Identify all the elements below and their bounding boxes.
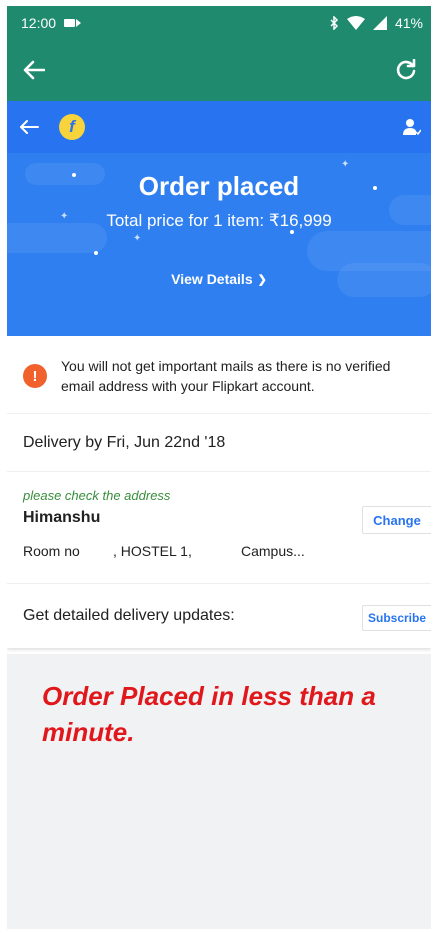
email-warning-text: You will not get important mails as ther…: [61, 358, 391, 394]
subscribe-button[interactable]: Subscribe: [362, 605, 431, 631]
header-left: f: [19, 114, 85, 140]
decor-star: ✦: [133, 233, 142, 244]
status-time: 12:00: [21, 14, 57, 31]
info-icon: !: [23, 364, 47, 388]
order-placed-title: Order placed: [138, 171, 300, 201]
chevron-right-icon: ❯: [257, 273, 267, 286]
header-back-arrow-icon[interactable]: [19, 119, 39, 135]
address-name: Himanshu: [23, 509, 101, 526]
signal-icon: [372, 15, 387, 30]
change-address-button[interactable]: Change: [362, 506, 431, 534]
flipkart-header: f: [7, 101, 431, 153]
total-price-text: Total price for 1 item: ₹16,999: [106, 211, 332, 230]
status-bar: 12:00 41%: [7, 6, 431, 39]
address-section: please check the address Himanshu Room n…: [7, 472, 431, 584]
status-bar-left: 12:00: [21, 14, 82, 31]
battery-level: 41%: [394, 14, 423, 31]
delivery-updates-text: Get detailed delivery updates:: [23, 607, 235, 624]
annotation-caption: Order Placed in less than a minute.: [42, 681, 376, 747]
status-bar-right: 41%: [330, 15, 423, 31]
bluetooth-icon: [330, 15, 339, 30]
browser-toolbar: [7, 39, 431, 101]
app-screen: 12:00 41% f ✦ ✦ ✦ Order placed Total pri…: [7, 6, 431, 929]
view-details-link[interactable]: View Details ❯: [7, 271, 431, 287]
decor-star: ✦: [341, 159, 350, 170]
address-line-hostel: , HOSTEL 1,: [113, 543, 192, 559]
camera-icon: [64, 18, 82, 27]
flipkart-logo-icon[interactable]: f: [59, 114, 85, 140]
order-hero-banner: ✦ ✦ ✦ Order placed Total price for 1 ite…: [7, 153, 431, 336]
address-line-campus: Campus...: [241, 543, 305, 559]
account-icon[interactable]: [403, 118, 421, 136]
back-arrow-icon[interactable]: [23, 60, 45, 80]
delivery-updates-row: Get detailed delivery updates: Subscribe: [7, 584, 431, 648]
content-background: Order Placed in less than a minute.: [7, 654, 431, 929]
address-line: Room no , HOSTEL 1, Campus...: [23, 543, 415, 559]
email-warning-notice: ! You will not get important mails as th…: [7, 336, 431, 414]
refresh-icon[interactable]: [395, 59, 417, 81]
address-line-room: Room no: [23, 543, 80, 559]
wifi-icon: [346, 15, 365, 30]
view-details-label: View Details: [171, 271, 253, 287]
address-note: please check the address: [23, 488, 171, 503]
delivery-date: Delivery by Fri, Jun 22nd '18: [7, 414, 431, 472]
decor-dot: [94, 251, 98, 255]
